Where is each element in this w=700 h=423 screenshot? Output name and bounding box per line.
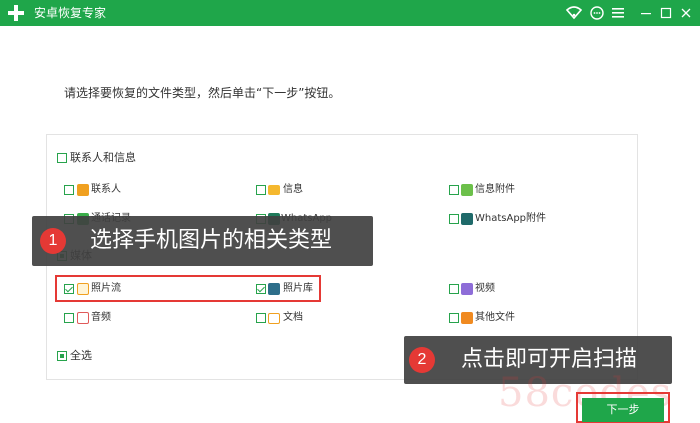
group-contacts-label: 联系人和信息 [70, 151, 136, 164]
app-logo-icon [8, 5, 24, 21]
minimize-icon[interactable] [640, 4, 656, 22]
tooltip-select-photo-type: 1 选择手机图片的相关类型 [32, 216, 373, 266]
select-all-checkbox[interactable] [57, 351, 67, 361]
file-icon [461, 312, 473, 324]
contacts-icon [77, 184, 89, 196]
title-bar: 安卓恢复专家 [0, 0, 700, 26]
instruction-text: 请选择要恢复的文件类型，然后单击“下一步”按钮。 [64, 86, 341, 100]
folder-icon [268, 313, 280, 324]
contacts-label: 联系人 [91, 184, 121, 195]
star-icon [77, 283, 89, 295]
messages-label: 信息 [283, 184, 303, 195]
audio-label: 音频 [91, 312, 111, 323]
other-files-label: 其他文件 [475, 312, 515, 323]
music-icon [77, 312, 89, 324]
documents-checkbox[interactable] [256, 313, 266, 323]
whatsapp-attachments-label: WhatsApp附件 [475, 213, 547, 224]
step-number-2: 2 [409, 347, 435, 373]
photo-stream-label: 照片流 [91, 283, 121, 294]
wifi-icon[interactable] [566, 4, 582, 22]
tooltip-text-1: 选择手机图片的相关类型 [90, 228, 333, 253]
chat-icon[interactable] [589, 4, 605, 22]
message-attachments-checkbox[interactable] [449, 185, 459, 195]
menu-icon[interactable] [611, 4, 627, 22]
photo-library-checkbox[interactable] [256, 284, 266, 294]
step-number-1: 1 [40, 228, 66, 254]
whatsapp-attachments-checkbox[interactable] [449, 214, 459, 224]
messages-checkbox[interactable] [256, 185, 266, 195]
paperclip-icon [461, 184, 473, 196]
video-icon [461, 283, 473, 295]
contacts-checkbox[interactable] [64, 185, 74, 195]
next-button[interactable]: 下一步 [582, 398, 664, 422]
other-files-checkbox[interactable] [449, 313, 459, 323]
close-icon[interactable] [680, 4, 696, 22]
photo-stream-checkbox[interactable] [64, 284, 74, 294]
group-contacts-checkbox[interactable] [57, 153, 67, 163]
whatsapp-attachment-icon [461, 213, 473, 225]
documents-label: 文档 [283, 312, 303, 323]
app-title: 安卓恢复专家 [34, 6, 107, 20]
video-checkbox[interactable] [449, 284, 459, 294]
image-icon [268, 283, 280, 295]
messages-icon [268, 185, 280, 195]
photo-library-label: 照片库 [283, 283, 313, 294]
audio-checkbox[interactable] [64, 313, 74, 323]
message-attachments-label: 信息附件 [475, 184, 515, 195]
select-all-label: 全选 [70, 349, 92, 362]
video-label: 视频 [475, 283, 495, 294]
maximize-icon[interactable] [660, 4, 676, 22]
